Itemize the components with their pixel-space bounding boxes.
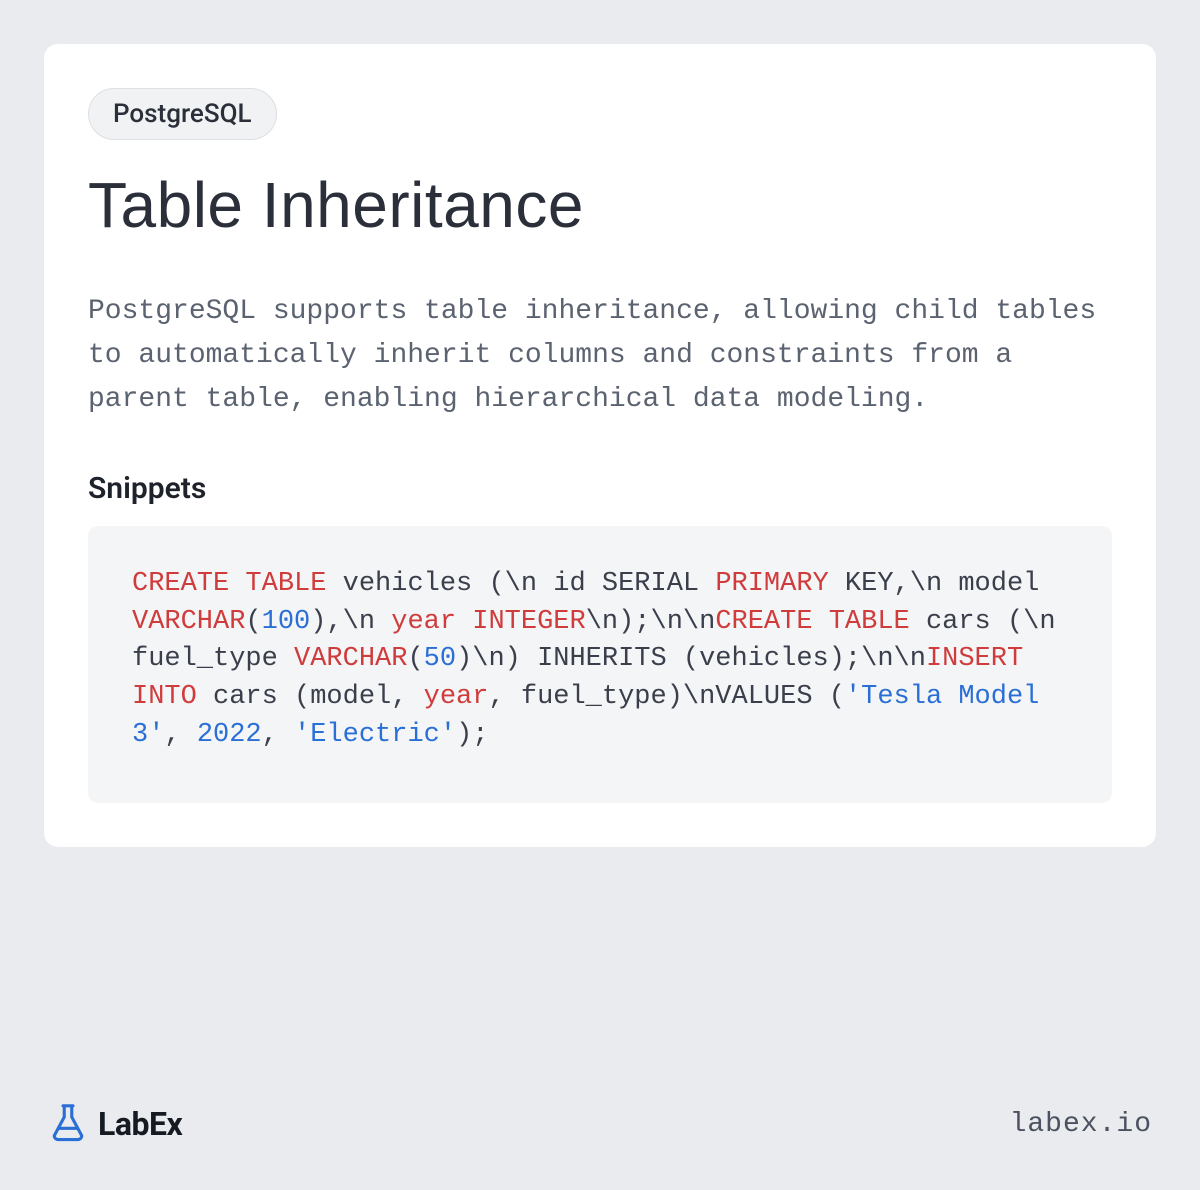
code-content: CREATE TABLE vehicles (\n id SERIAL PRIM… (132, 566, 1068, 755)
flask-icon (48, 1102, 88, 1146)
content-card: PostgreSQL Table Inheritance PostgreSQL … (44, 44, 1156, 847)
snippets-heading: Snippets (88, 471, 1112, 506)
code-block: CREATE TABLE vehicles (\n id SERIAL PRIM… (88, 526, 1112, 803)
brand-name: LabEx (98, 1105, 182, 1143)
brand: LabEx (48, 1102, 182, 1146)
description-text: PostgreSQL supports table inheritance, a… (88, 290, 1112, 423)
footer: LabEx labex.io (44, 1078, 1156, 1146)
page-title: Table Inheritance (88, 168, 1112, 242)
category-tag: PostgreSQL (88, 88, 277, 140)
site-url: labex.io (1010, 1109, 1152, 1140)
